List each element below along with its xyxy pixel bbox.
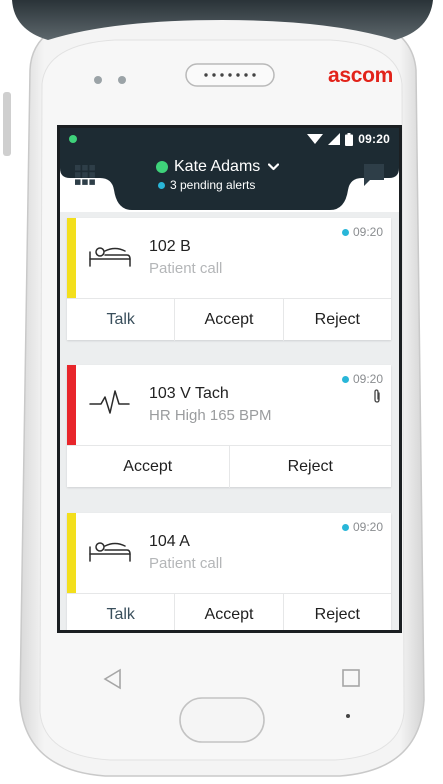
- attachment-icon[interactable]: [373, 389, 381, 403]
- signal-icon: [328, 133, 341, 145]
- alert-time: 09:20: [341, 225, 383, 239]
- accept-button[interactable]: Accept: [175, 594, 284, 630]
- battery-icon: [345, 132, 354, 146]
- alert-subtitle: Patient call: [149, 555, 223, 572]
- user-status[interactable]: Kate Adams 3 pending alerts: [156, 158, 316, 198]
- time-dot: [341, 375, 349, 383]
- priority-bar: [67, 513, 76, 593]
- wifi-icon: [307, 134, 324, 144]
- alert-card[interactable]: 104 A Patient call 09:20 Talk Accept Rej…: [67, 513, 391, 630]
- alert-actions: Accept Reject: [67, 445, 391, 488]
- messages-button[interactable]: [361, 162, 387, 188]
- home-button: [179, 697, 265, 743]
- talk-button[interactable]: Talk: [67, 299, 176, 341]
- apps-grid-button[interactable]: [72, 162, 98, 188]
- accept-button[interactable]: Accept: [175, 299, 284, 341]
- device-frame: ascom 09:20 Kate Adams 3 pending alerts …: [0, 0, 443, 784]
- alert-time: 09:20: [341, 520, 383, 534]
- heartbeat-icon: [89, 390, 130, 414]
- alert-actions: Talk Accept Reject: [67, 298, 391, 341]
- priority-bar: [67, 218, 76, 298]
- time-dot: [341, 523, 349, 531]
- pending-alerts-text: 3 pending alerts: [170, 178, 256, 192]
- chat-icon: [364, 164, 384, 186]
- app-screen: 09:20 Kate Adams 3 pending alerts 102 B …: [60, 128, 399, 630]
- alert-title: 103 V Tach: [149, 385, 229, 402]
- talk-button[interactable]: Talk: [67, 594, 176, 630]
- status-time: 09:20: [358, 132, 390, 146]
- alert-card[interactable]: 103 V Tach HR High 165 BPM 09:20 Accept …: [67, 365, 391, 488]
- user-name: Kate Adams: [174, 158, 261, 175]
- presence-dot: [156, 161, 168, 173]
- chevron-down-icon: [268, 163, 280, 171]
- time-dot: [341, 228, 349, 236]
- accept-button[interactable]: Accept: [67, 446, 230, 488]
- status-indicator: [69, 135, 77, 143]
- app-header: Kate Adams 3 pending alerts: [60, 152, 399, 212]
- status-bar: 09:20: [60, 128, 399, 152]
- alert-card[interactable]: 102 B Patient call 09:20 Talk Accept Rej…: [67, 218, 391, 341]
- grid-icon: [75, 165, 95, 185]
- alert-actions: Talk Accept Reject: [67, 593, 391, 630]
- patient-bed-icon: [89, 247, 131, 267]
- alert-subtitle: HR High 165 BPM: [149, 407, 272, 424]
- reject-button[interactable]: Reject: [284, 299, 391, 341]
- brand-logo: ascom: [328, 64, 394, 87]
- alert-time: 09:20: [341, 372, 383, 386]
- reject-button[interactable]: Reject: [284, 594, 391, 630]
- alert-title: 102 B: [149, 238, 191, 255]
- reject-button[interactable]: Reject: [230, 446, 392, 488]
- alert-title: 104 A: [149, 533, 190, 550]
- alerts-dot: [158, 181, 165, 189]
- alert-subtitle: Patient call: [149, 260, 223, 277]
- patient-bed-icon: [89, 542, 131, 562]
- priority-bar: [67, 365, 76, 445]
